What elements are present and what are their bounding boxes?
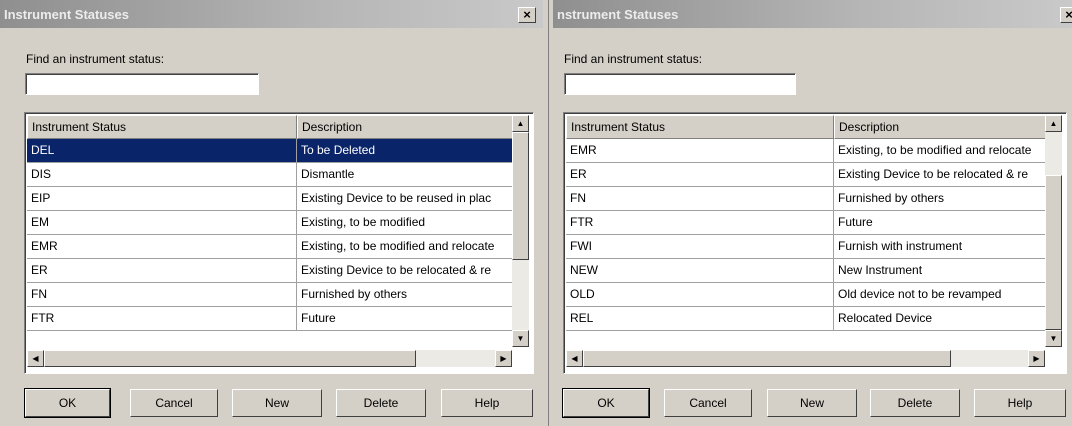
description-cell: Dismantle — [297, 163, 514, 187]
description-cell: Future — [834, 211, 1047, 235]
find-label: Find an instrument status: — [26, 52, 165, 66]
description-cell: To be Deleted — [297, 139, 514, 163]
delete-button[interactable]: Delete — [336, 389, 426, 417]
window-gap — [543, 0, 553, 426]
status-code-cell: DIS — [27, 163, 297, 187]
title-bar[interactable]: nstrument Statuses × — [553, 0, 1072, 28]
title-bar[interactable]: Instrument Statuses × — [0, 0, 543, 28]
description-cell: Future — [297, 307, 514, 331]
table-row[interactable]: ER Existing Device to be relocated & re — [566, 163, 1047, 187]
table-row[interactable]: FTR Future — [27, 307, 514, 331]
close-icon[interactable]: × — [518, 7, 536, 23]
table-row[interactable]: DEL To be Deleted — [27, 139, 514, 163]
status-code-cell: ER — [566, 163, 834, 187]
scroll-down-icon[interactable]: ▼ — [512, 330, 529, 347]
horizontal-scrollbar[interactable]: ◀ ▶ — [566, 350, 1045, 367]
find-label: Find an instrument status: — [564, 52, 703, 66]
status-code-cell: FTR — [566, 211, 834, 235]
column-header-description[interactable]: Description — [297, 115, 514, 139]
table-row[interactable]: NEW New Instrument — [566, 259, 1047, 283]
table-row[interactable]: FN Furnished by others — [566, 187, 1047, 211]
dialog-title: nstrument Statuses — [557, 7, 679, 22]
status-code-cell: NEW — [566, 259, 834, 283]
description-cell: Old device not to be revamped — [834, 283, 1047, 307]
table-row[interactable]: DIS Dismantle — [27, 163, 514, 187]
description-cell: Existing Device to be reused in plac — [297, 187, 514, 211]
description-cell: New Instrument — [834, 259, 1047, 283]
find-status-input[interactable] — [25, 73, 259, 95]
help-button[interactable]: Help — [974, 389, 1066, 417]
description-cell: Furnished by others — [834, 187, 1047, 211]
status-list[interactable]: Instrument Status Description DEL To be D… — [24, 112, 534, 374]
description-cell: Existing Device to be relocated & re — [297, 259, 514, 283]
scroll-up-icon[interactable]: ▲ — [512, 115, 529, 132]
vertical-scrollbar[interactable]: ▲ ▼ — [512, 115, 529, 347]
vertical-scroll-thumb[interactable] — [1045, 175, 1062, 330]
dialog-title: Instrument Statuses — [4, 7, 129, 22]
ok-button[interactable]: OK — [562, 388, 650, 418]
status-code-cell: EIP — [27, 187, 297, 211]
ok-button[interactable]: OK — [24, 388, 111, 418]
scroll-right-icon[interactable]: ▶ — [495, 350, 512, 367]
horizontal-scroll-thumb[interactable] — [583, 350, 951, 367]
table-row[interactable]: EMR Existing, to be modified and relocate — [27, 235, 514, 259]
description-cell: Existing Device to be relocated & re — [834, 163, 1047, 187]
divider — [548, 0, 549, 426]
column-header-instrument-status[interactable]: Instrument Status — [27, 115, 297, 139]
scroll-right-icon[interactable]: ▶ — [1028, 350, 1045, 367]
instrument-statuses-dialog-right: nstrument Statuses × Find an instrument … — [553, 0, 1072, 426]
close-icon[interactable]: × — [1060, 7, 1072, 23]
description-cell: Furnished by others — [297, 283, 514, 307]
scroll-left-icon[interactable]: ◀ — [566, 350, 583, 367]
status-code-cell: EMR — [566, 139, 834, 163]
table-row[interactable]: REL Relocated Device — [566, 307, 1047, 331]
status-code-cell: FTR — [27, 307, 297, 331]
status-code-cell: REL — [566, 307, 834, 331]
column-header-description[interactable]: Description — [834, 115, 1047, 139]
status-list[interactable]: Instrument Status Description EMR Existin… — [563, 112, 1067, 374]
scroll-up-icon[interactable]: ▲ — [1045, 115, 1062, 132]
table-row[interactable]: ER Existing Device to be relocated & re — [27, 259, 514, 283]
status-code-cell: FN — [27, 283, 297, 307]
description-cell: Existing, to be modified and relocate — [297, 235, 514, 259]
vertical-scroll-thumb[interactable] — [512, 132, 529, 260]
status-code-cell: EMR — [27, 235, 297, 259]
description-cell: Furnish with instrument — [834, 235, 1047, 259]
status-code-cell: FWI — [566, 235, 834, 259]
horizontal-scrollbar[interactable]: ◀ ▶ — [27, 350, 512, 367]
column-header-instrument-status[interactable]: Instrument Status — [566, 115, 834, 139]
status-code-cell: ER — [27, 259, 297, 283]
scroll-down-icon[interactable]: ▼ — [1045, 330, 1062, 347]
table-row[interactable]: FWI Furnish with instrument — [566, 235, 1047, 259]
description-cell: Existing, to be modified and relocate — [834, 139, 1047, 163]
scroll-left-icon[interactable]: ◀ — [27, 350, 44, 367]
vertical-scrollbar[interactable]: ▲ ▼ — [1045, 115, 1062, 347]
description-cell: Relocated Device — [834, 307, 1047, 331]
find-status-input[interactable] — [564, 73, 796, 95]
table-row[interactable]: OLD Old device not to be revamped — [566, 283, 1047, 307]
status-code-cell: OLD — [566, 283, 834, 307]
new-button[interactable]: New — [232, 389, 322, 417]
table-row[interactable]: FTR Future — [566, 211, 1047, 235]
horizontal-scroll-thumb[interactable] — [44, 350, 416, 367]
status-code-cell: EM — [27, 211, 297, 235]
delete-button[interactable]: Delete — [870, 389, 960, 417]
status-code-cell: FN — [566, 187, 834, 211]
help-button[interactable]: Help — [441, 389, 533, 417]
table-row[interactable]: EMR Existing, to be modified and relocate — [566, 139, 1047, 163]
new-button[interactable]: New — [767, 389, 857, 417]
table-row[interactable]: EIP Existing Device to be reused in plac — [27, 187, 514, 211]
cancel-button[interactable]: Cancel — [130, 389, 218, 417]
description-cell: Existing, to be modified — [297, 211, 514, 235]
instrument-statuses-dialog-left: Instrument Statuses × Find an instrument… — [0, 0, 543, 426]
cancel-button[interactable]: Cancel — [664, 389, 752, 417]
table-row[interactable]: EM Existing, to be modified — [27, 211, 514, 235]
status-code-cell: DEL — [27, 139, 297, 163]
table-row[interactable]: FN Furnished by others — [27, 283, 514, 307]
